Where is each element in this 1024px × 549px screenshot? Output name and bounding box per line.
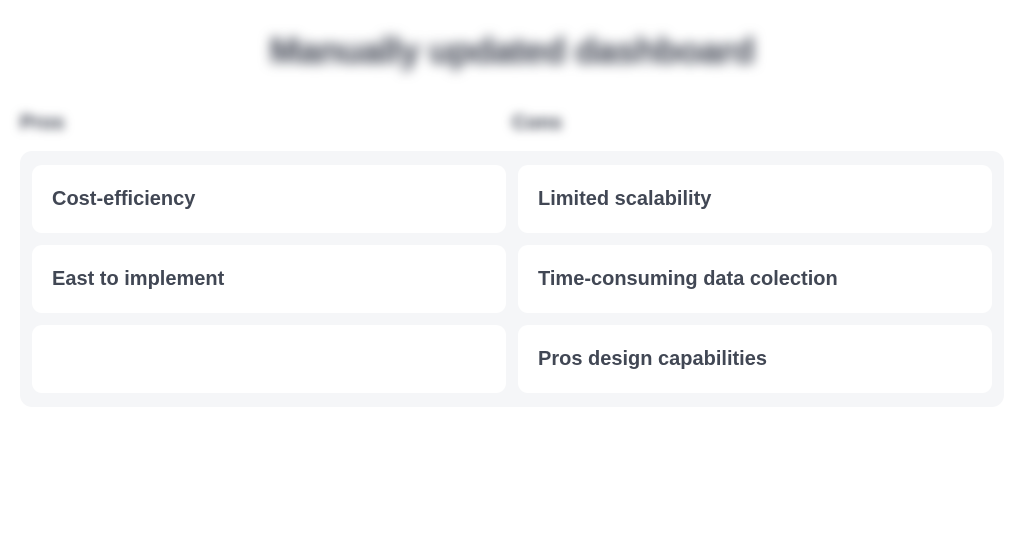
list-item: Time-consuming data colection: [518, 245, 992, 313]
right-column: Cons: [512, 112, 1004, 151]
left-column: Pros: [20, 112, 512, 151]
list-item: [32, 325, 506, 393]
cards-panel: Cost-efficiency East to implement Limite…: [20, 151, 1004, 407]
left-column-header: Pros: [20, 112, 512, 135]
page-title: Manually updated dashboard: [20, 30, 1004, 72]
list-item: Cost-efficiency: [32, 165, 506, 233]
left-cards: Cost-efficiency East to implement: [32, 165, 506, 393]
list-item: East to implement: [32, 245, 506, 313]
list-item: Pros design capabilities: [518, 325, 992, 393]
list-item: Limited scalability: [518, 165, 992, 233]
right-column-header: Cons: [512, 112, 1004, 135]
columns-wrapper: Pros Cons: [20, 112, 1004, 151]
right-cards: Limited scalability Time-consuming data …: [518, 165, 992, 393]
